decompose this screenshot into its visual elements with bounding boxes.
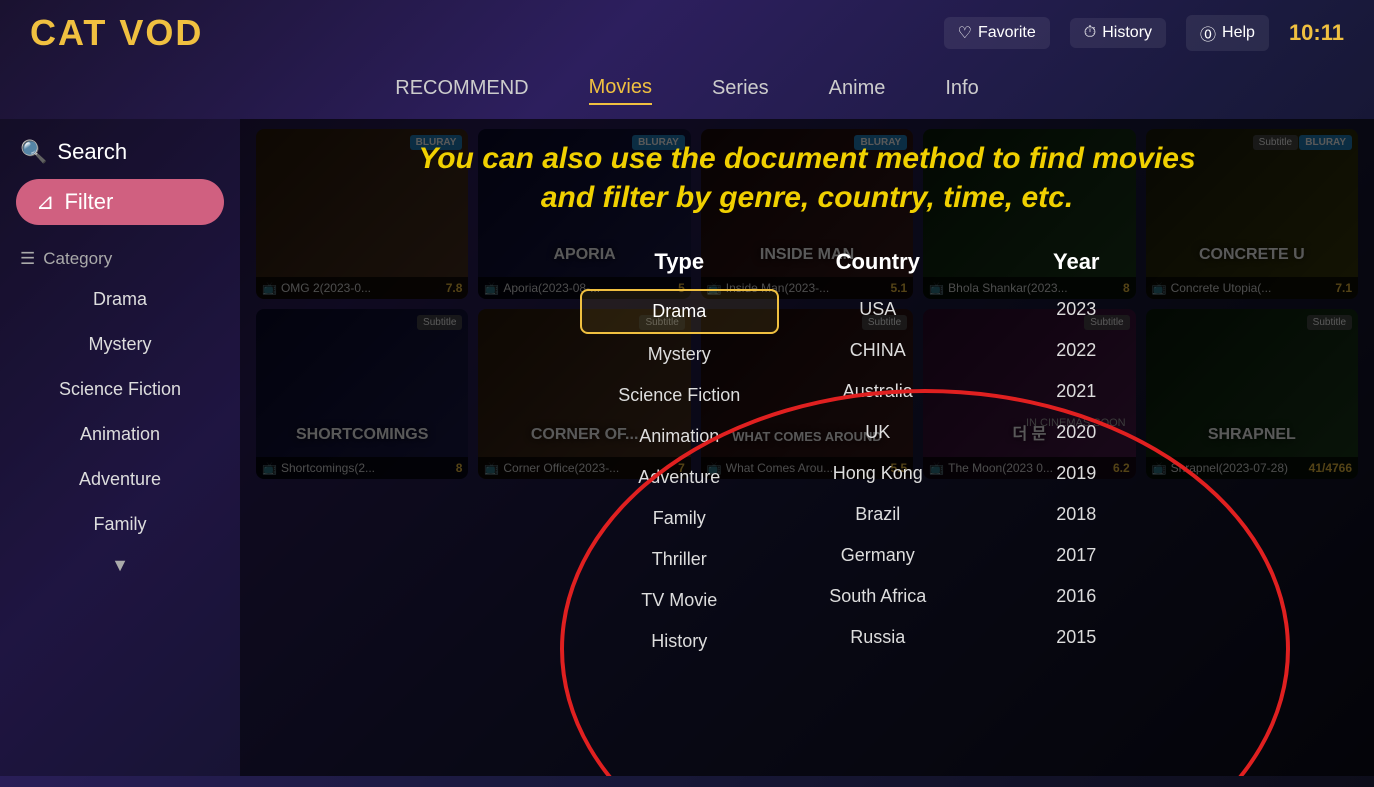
app-logo: CAT VOD xyxy=(30,12,203,54)
filter-overlay: You can also use the document method to … xyxy=(240,119,1374,776)
filter-country-germany[interactable]: Germany xyxy=(779,535,978,576)
filter-type-family[interactable]: Family xyxy=(580,498,779,539)
filter-col-year: Year 2023 2022 2021 2020 2019 2018 2017 … xyxy=(977,239,1176,662)
content-area: BLURAY 📺 OMG 2(2023-0... 7.8 BLURAY APOR… xyxy=(240,119,1374,776)
search-icon: 🔍 xyxy=(20,139,47,165)
filter-year-2019[interactable]: 2019 xyxy=(977,453,1176,494)
sidebar-item-animation[interactable]: Animation xyxy=(0,412,240,457)
sidebar-item-family[interactable]: Family xyxy=(0,502,240,547)
filter-country-brazil[interactable]: Brazil xyxy=(779,494,978,535)
filter-year-2022[interactable]: 2022 xyxy=(977,330,1176,371)
filter-country-usa[interactable]: USA xyxy=(779,289,978,330)
filter-year-2018[interactable]: 2018 xyxy=(977,494,1176,535)
sidebar-item-adventure[interactable]: Adventure xyxy=(0,457,240,502)
filter-col-spacer xyxy=(1176,239,1374,662)
sidebar-item-drama[interactable]: Drama xyxy=(0,277,240,322)
filter-year-2016[interactable]: 2016 xyxy=(977,576,1176,617)
tab-info[interactable]: Info xyxy=(945,73,978,104)
header-controls: ♡ Favorite ⏱ History ⓪ Help 10:11 xyxy=(944,15,1344,51)
filter-year-2017[interactable]: 2017 xyxy=(977,535,1176,576)
sidebar-item-science-fiction[interactable]: Science Fiction xyxy=(0,367,240,412)
favorite-button[interactable]: ♡ Favorite xyxy=(944,17,1050,49)
menu-icon: ☰ xyxy=(20,249,35,269)
category-header: ☰ Category xyxy=(0,241,240,277)
header: CAT VOD ♡ Favorite ⏱ History ⓪ Help 10:1… xyxy=(0,0,1374,62)
filter-country-southafrica[interactable]: South Africa xyxy=(779,576,978,617)
filter-country-russia[interactable]: Russia xyxy=(779,617,978,658)
search-button[interactable]: 🔍 Search xyxy=(0,129,240,179)
filter-year-header: Year xyxy=(977,239,1176,289)
filter-type-drama[interactable]: Drama xyxy=(580,289,779,334)
help-button[interactable]: ⓪ Help xyxy=(1186,15,1269,51)
filter-col-country: Country USA CHINA Australia UK Hong Kong… xyxy=(779,239,978,662)
clock-display: 10:11 xyxy=(1289,20,1344,46)
filter-type-header: Type xyxy=(580,239,779,289)
nav-tabs: RECOMMEND Movies Series Anime Info xyxy=(0,62,1374,119)
filter-type-thriller[interactable]: Thriller xyxy=(580,539,779,580)
annotation-text: You can also use the document method to … xyxy=(250,139,1364,217)
filter-type-mystery[interactable]: Mystery xyxy=(580,334,779,375)
filter-type-scifi[interactable]: Science Fiction xyxy=(580,375,779,416)
main-content: 🔍 Search ⊿ Filter ☰ Category Drama Myste… xyxy=(0,119,1374,776)
filter-year-2015[interactable]: 2015 xyxy=(977,617,1176,658)
filter-type-adventure[interactable]: Adventure xyxy=(580,457,779,498)
sidebar: 🔍 Search ⊿ Filter ☰ Category Drama Myste… xyxy=(0,119,240,776)
tab-recommend[interactable]: RECOMMEND xyxy=(395,73,528,104)
tab-series[interactable]: Series xyxy=(712,73,769,104)
filter-type-animation[interactable]: Animation xyxy=(580,416,779,457)
filter-col-type: Type Drama Mystery Science Fiction Anima… xyxy=(580,239,779,662)
history-button[interactable]: ⏱ History xyxy=(1070,18,1166,48)
filter-country-australia[interactable]: Australia xyxy=(779,371,978,412)
scroll-down-arrow[interactable]: ▼ xyxy=(0,547,240,584)
filter-country-uk[interactable]: UK xyxy=(779,412,978,453)
heart-icon: ♡ xyxy=(958,23,972,43)
help-icon: ⓪ xyxy=(1200,21,1216,45)
filter-type-tvmovie[interactable]: TV Movie xyxy=(580,580,779,621)
filter-type-history[interactable]: History xyxy=(580,621,779,662)
filter-country-hongkong[interactable]: Hong Kong xyxy=(779,453,978,494)
tab-anime[interactable]: Anime xyxy=(829,73,886,104)
filter-country-header: Country xyxy=(779,239,978,289)
clock-icon: ⏱ xyxy=(1084,24,1096,42)
sidebar-item-mystery[interactable]: Mystery xyxy=(0,322,240,367)
filter-table: Type Drama Mystery Science Fiction Anima… xyxy=(580,239,1374,662)
filter-icon: ⊿ xyxy=(36,189,54,215)
filter-country-china[interactable]: CHINA xyxy=(779,330,978,371)
filter-year-2023[interactable]: 2023 xyxy=(977,289,1176,330)
filter-year-2021[interactable]: 2021 xyxy=(977,371,1176,412)
filter-year-2020[interactable]: 2020 xyxy=(977,412,1176,453)
tab-movies[interactable]: Movies xyxy=(589,72,652,105)
filter-button[interactable]: ⊿ Filter xyxy=(16,179,224,225)
